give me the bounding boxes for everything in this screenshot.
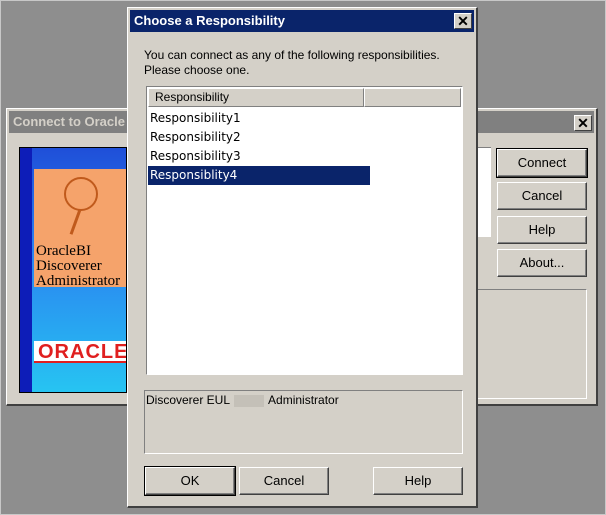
connect-options-panel [477, 289, 587, 399]
splash-product-name: OracleBI Discoverer Administrator [36, 243, 121, 289]
close-icon[interactable]: ✕ [454, 13, 472, 29]
help-button[interactable]: Help [373, 467, 463, 495]
about-button[interactable]: About... [497, 249, 587, 277]
connect-help-button[interactable]: Help [497, 216, 587, 244]
list-item[interactable]: Responsiblity4 [148, 166, 370, 185]
connect-cancel-button[interactable]: Cancel [497, 182, 587, 210]
column-header-blank[interactable] [364, 88, 461, 107]
responsibility-description: Discoverer EUL Administrator [144, 390, 463, 454]
instruction-text: You can connect as any of the following … [144, 48, 440, 77]
responsibility-listbox[interactable]: Responsibility Responsibility1 Responsibi… [146, 86, 463, 375]
redacted-text [234, 394, 265, 407]
cancel-button[interactable]: Cancel [239, 467, 329, 495]
oracle-logo: ORACLE [34, 341, 126, 363]
discoverer-splash-image: OracleBI Discoverer Administrator ORACLE [19, 147, 127, 393]
list-item[interactable]: Responsibility1 [148, 109, 370, 128]
column-header-responsibility[interactable]: Responsibility [148, 88, 364, 107]
list-item[interactable]: Responsibility2 [148, 128, 370, 147]
choose-responsibility-dialog: Choose a Responsibility ✕ You can connec… [127, 7, 478, 508]
list-item[interactable]: Responsibility3 [148, 147, 370, 166]
connect-button[interactable]: Connect [496, 148, 588, 178]
responsibility-rows: Responsibility1 Responsibility2 Responsibi… [148, 109, 370, 185]
magnifier-icon [64, 177, 98, 211]
dialog-title: Choose a Responsibility [130, 10, 474, 32]
close-icon[interactable]: ✕ [574, 115, 592, 131]
ok-button[interactable]: OK [144, 466, 236, 496]
